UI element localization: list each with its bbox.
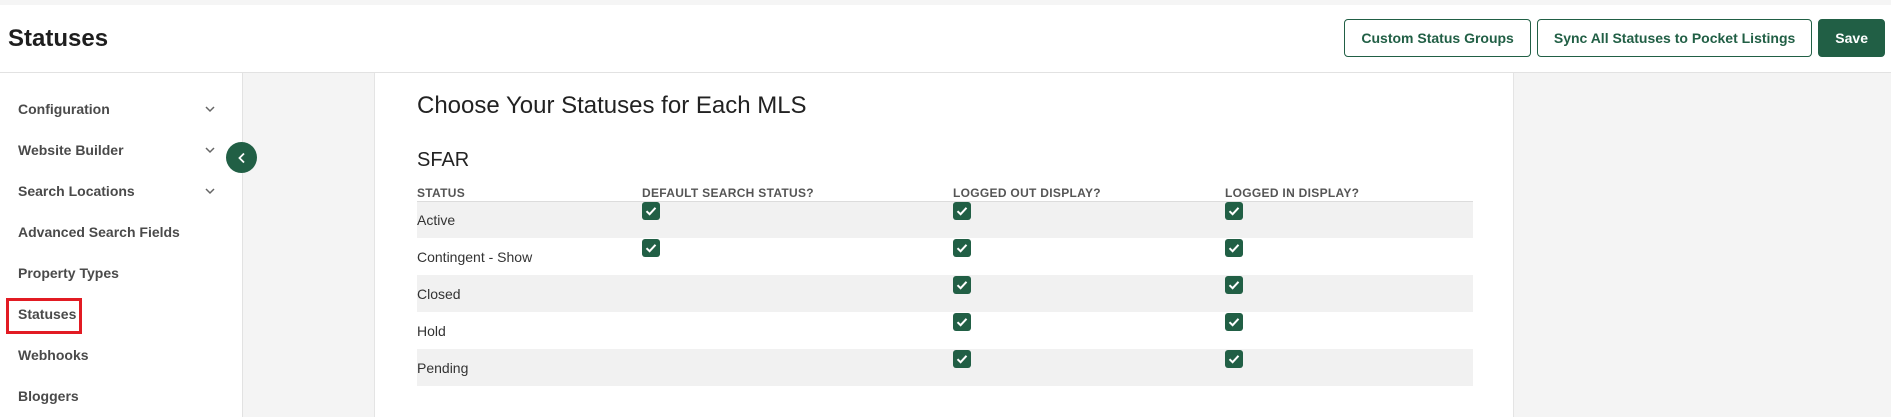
column-header-default-search: DEFAULT SEARCH STATUS? [642, 185, 953, 202]
checkmark-icon [1228, 244, 1240, 253]
table-row: Contingent - Show [417, 238, 1473, 275]
checkmark-icon [1228, 281, 1240, 290]
chevron-left-icon [235, 151, 249, 165]
status-name: Closed [417, 275, 642, 312]
chevron-down-icon [203, 102, 217, 116]
checkmark-icon [645, 207, 657, 216]
column-header-status: STATUS [417, 185, 642, 202]
logged-in-checkbox[interactable] [1225, 276, 1243, 294]
checkmark-icon [956, 318, 968, 327]
checkbox-cell [1225, 349, 1473, 386]
sidebar-item-label: Website Builder [18, 142, 124, 158]
status-name: Active [417, 201, 642, 238]
checkmark-icon [1228, 318, 1240, 327]
header-actions: Custom Status Groups Sync All Statuses t… [1344, 19, 1885, 57]
page-header: Statuses Custom Status Groups Sync All S… [0, 5, 1891, 73]
statuses-card: Choose Your Statuses for Each MLS SFAR S… [374, 73, 1514, 417]
card-title: Choose Your Statuses for Each MLS [417, 92, 807, 119]
checkbox-cell [953, 275, 1225, 312]
default-search-checkbox[interactable] [642, 202, 660, 221]
checkbox-cell [642, 201, 953, 238]
collapse-sidebar-button[interactable] [226, 142, 257, 173]
save-button[interactable]: Save [1818, 19, 1885, 57]
sidebar-item-label: Property Types [18, 265, 119, 281]
sidebar: Configuration Website Builder Search Loc… [0, 73, 243, 417]
sidebar-item-label: Configuration [18, 101, 110, 117]
logged-out-checkbox[interactable] [953, 313, 971, 331]
default-search-checkbox[interactable] [642, 239, 660, 257]
table-row: Closed [417, 275, 1473, 312]
table-row: Pending [417, 349, 1473, 386]
checkbox-cell [1225, 238, 1473, 275]
checkbox-cell [642, 238, 953, 275]
mls-name: SFAR [417, 149, 470, 171]
checkbox-cell [953, 312, 1225, 349]
sidebar-item-label: Webhooks [18, 347, 89, 363]
checkmark-icon [1228, 355, 1240, 364]
sidebar-item-statuses[interactable]: Statuses [0, 297, 242, 331]
table-header-row: STATUS DEFAULT SEARCH STATUS? LOGGED OUT… [417, 185, 1473, 202]
chevron-down-icon [203, 184, 217, 198]
checkmark-icon [956, 281, 968, 290]
checkbox-cell [1225, 201, 1473, 238]
checkbox-cell [642, 275, 953, 312]
table-row: Active [417, 201, 1473, 238]
logged-out-checkbox[interactable] [953, 350, 971, 368]
checkmark-icon [956, 207, 968, 216]
checkmark-icon [645, 244, 657, 253]
column-header-logged-out: LOGGED OUT DISPLAY? [953, 185, 1225, 202]
status-name: Contingent - Show [417, 248, 533, 265]
logged-in-checkbox[interactable] [1225, 202, 1243, 221]
sidebar-item-label: Advanced Search Fields [18, 224, 180, 240]
checkmark-icon [956, 244, 968, 253]
sidebar-item-webhooks[interactable]: Webhooks [0, 338, 242, 372]
logged-out-checkbox[interactable] [953, 202, 971, 221]
custom-status-groups-button[interactable]: Custom Status Groups [1344, 19, 1531, 57]
page-title: Statuses [8, 25, 109, 52]
logged-out-checkbox[interactable] [953, 239, 971, 257]
checkbox-cell [953, 349, 1225, 386]
checkbox-cell [642, 312, 953, 349]
sidebar-item-property-types[interactable]: Property Types [0, 256, 242, 290]
status-name: Pending [417, 349, 642, 386]
sidebar-item-label: Statuses [18, 306, 77, 322]
checkbox-cell [953, 201, 1225, 238]
sidebar-item-configuration[interactable]: Configuration [0, 92, 242, 126]
table-row: Hold [417, 312, 1473, 349]
sidebar-item-advanced-search-fields[interactable]: Advanced Search Fields [0, 215, 242, 249]
column-header-logged-in: LOGGED IN DISPLAY? [1225, 185, 1473, 202]
checkbox-cell [1225, 275, 1473, 312]
sidebar-item-bloggers[interactable]: Bloggers [0, 379, 242, 413]
status-name: Hold [417, 322, 446, 339]
checkbox-cell [642, 349, 953, 386]
sidebar-item-search-locations[interactable]: Search Locations [0, 174, 242, 208]
checkbox-cell [1225, 312, 1473, 349]
logged-out-checkbox[interactable] [953, 276, 971, 294]
sync-statuses-button[interactable]: Sync All Statuses to Pocket Listings [1536, 19, 1813, 57]
sidebar-item-website-builder[interactable]: Website Builder [0, 133, 242, 167]
logged-in-checkbox[interactable] [1225, 313, 1243, 331]
sidebar-item-label: Search Locations [18, 183, 135, 199]
logged-in-checkbox[interactable] [1225, 350, 1243, 368]
status-table: STATUS DEFAULT SEARCH STATUS? LOGGED OUT… [417, 185, 1473, 386]
checkmark-icon [1228, 207, 1240, 216]
checkmark-icon [956, 355, 968, 364]
checkbox-cell [953, 238, 1225, 275]
logged-in-checkbox[interactable] [1225, 239, 1243, 257]
chevron-down-icon [203, 143, 217, 157]
sidebar-item-label: Bloggers [18, 388, 79, 404]
